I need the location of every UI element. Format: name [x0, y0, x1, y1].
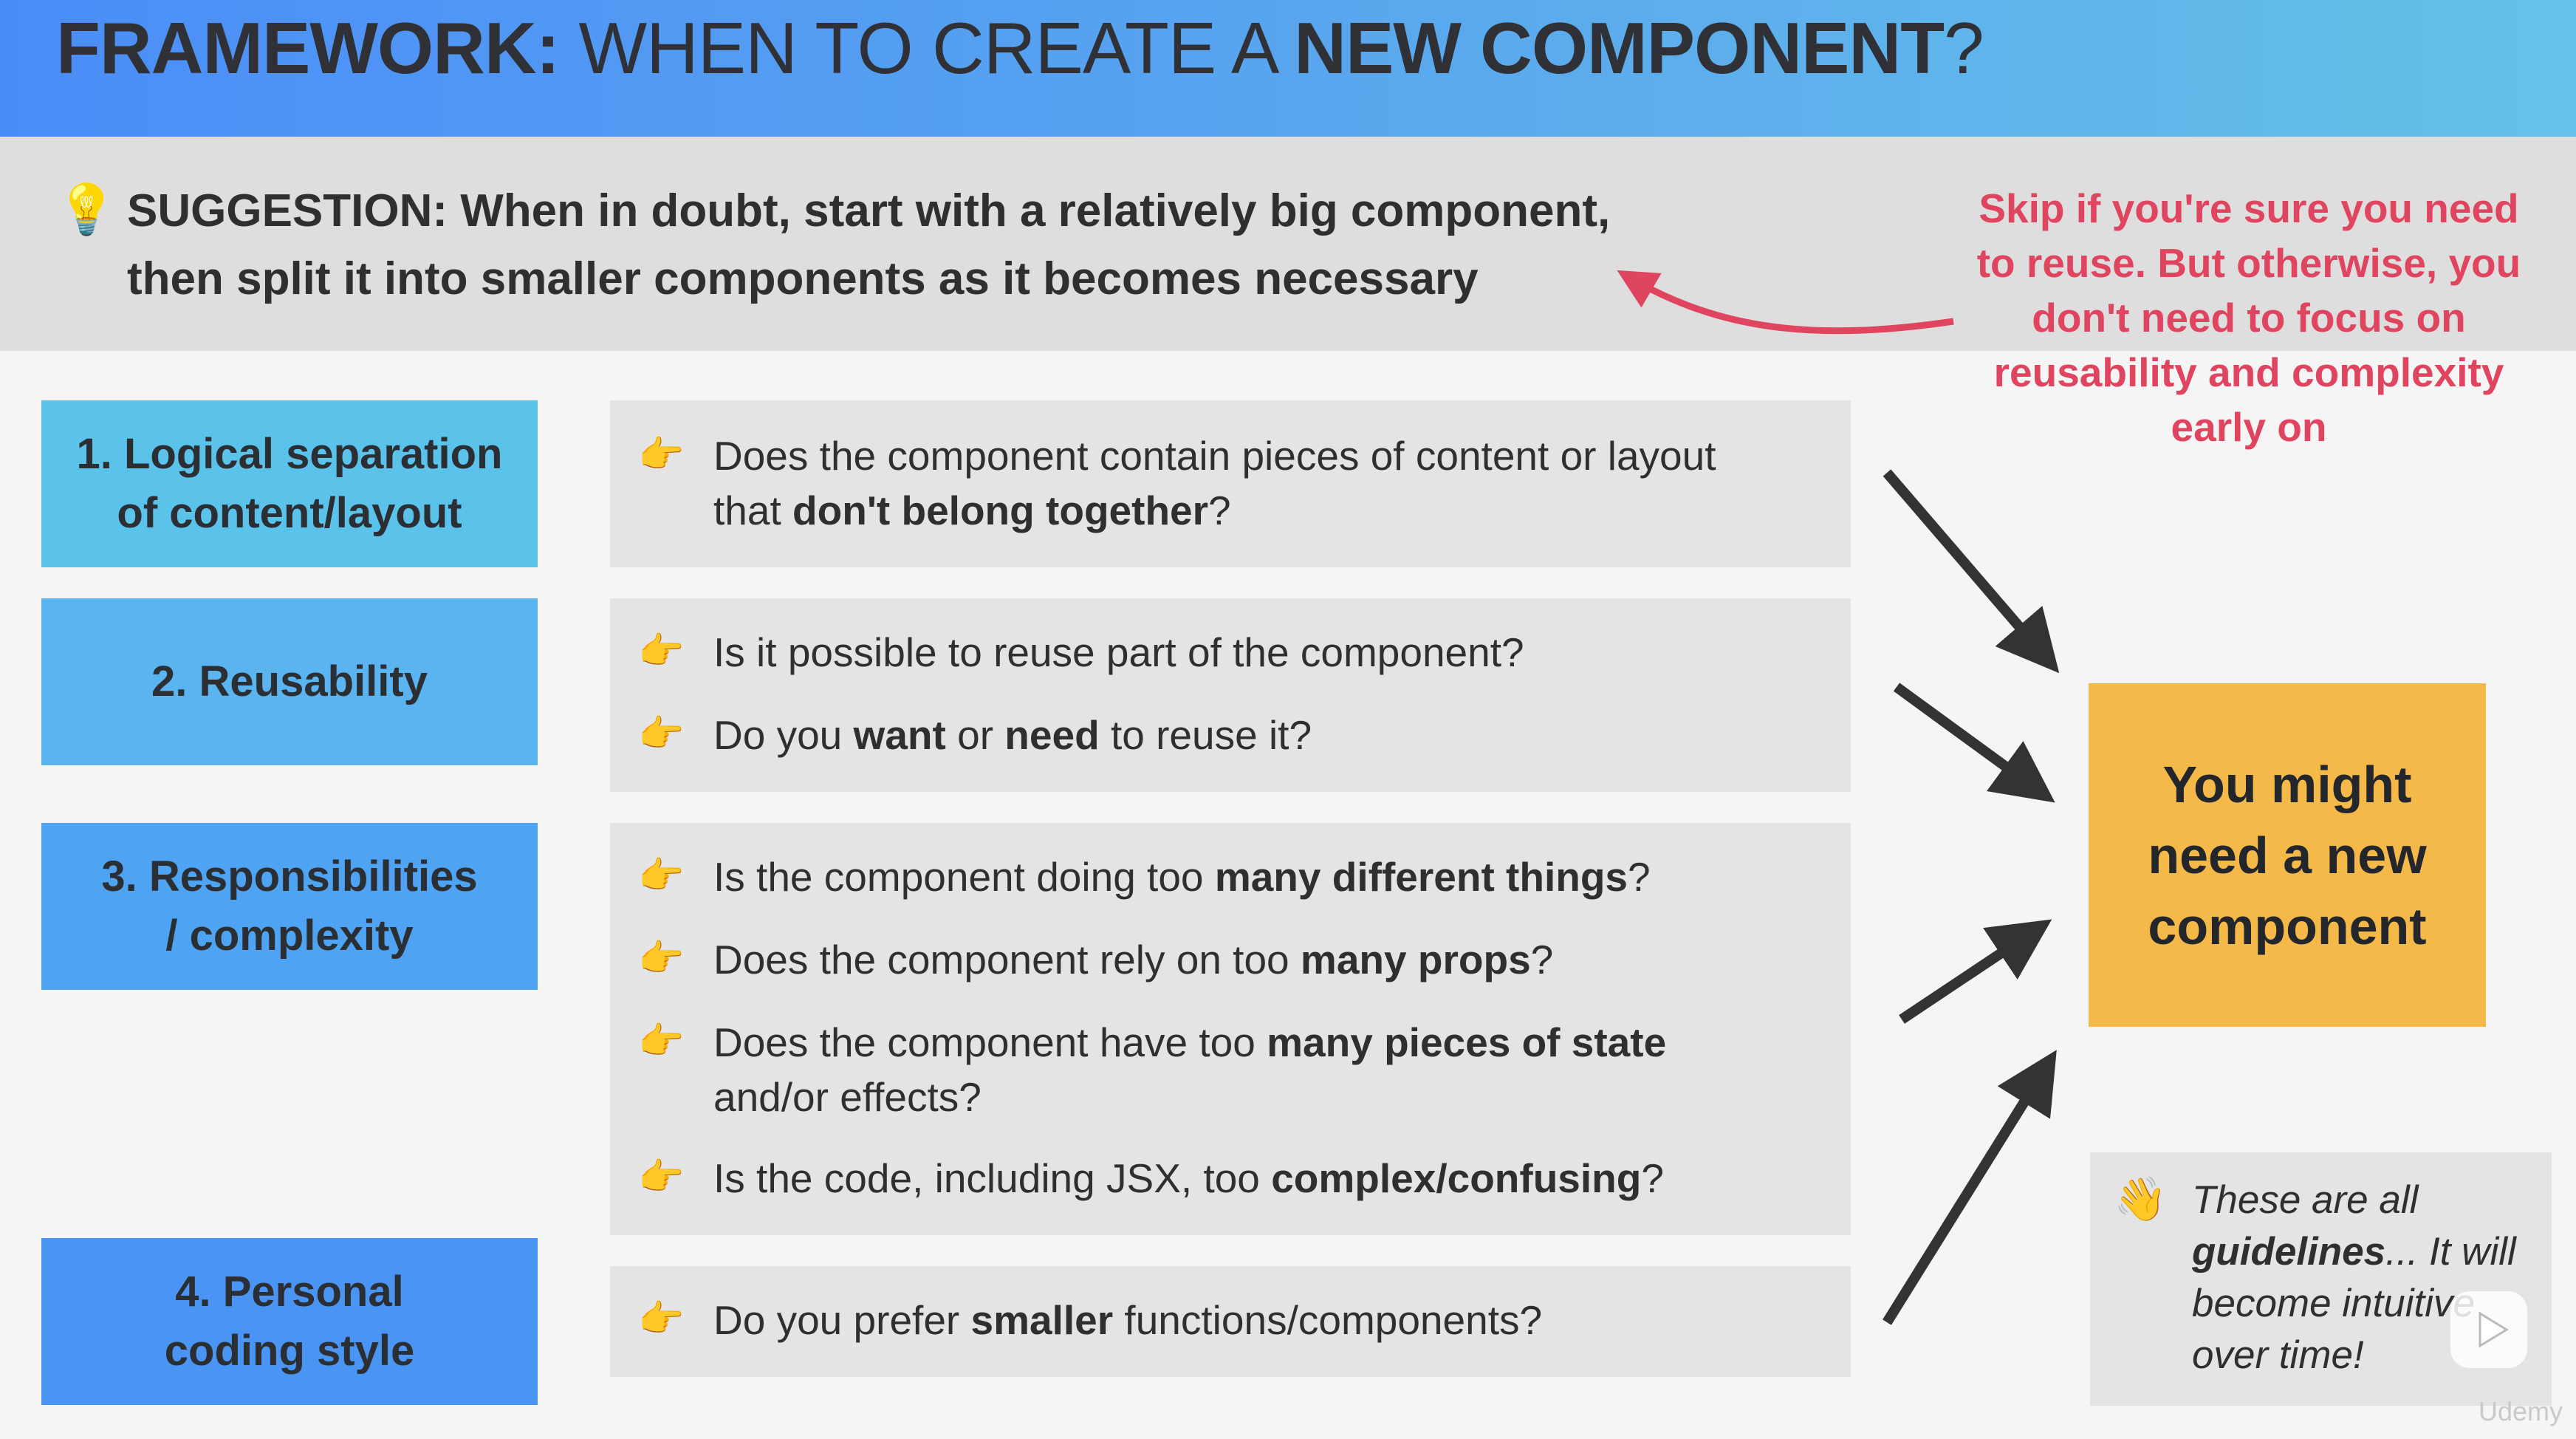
arrow-3: [1899, 919, 2052, 1024]
questions-box-1: 👉 Does the component contain pieces of c…: [610, 400, 1851, 567]
pointing-hand-icon: 👉: [638, 1156, 685, 1197]
questions-box-3: 👉 Is the component doing too many differ…: [610, 823, 1851, 1235]
pointing-hand-icon: 👉: [638, 1298, 685, 1339]
waving-hand-icon: 👋: [2114, 1175, 2168, 1223]
udemy-watermark: Udemy: [2479, 1396, 2563, 1426]
criterion-4: 4. Personal coding style: [41, 1238, 538, 1405]
play-button[interactable]: [2450, 1291, 2527, 1368]
criterion-1-line1: 1. Logical separation: [76, 430, 503, 478]
pointing-hand-icon: 👉: [638, 713, 685, 754]
question-3c: Does the component have too many pieces …: [713, 1019, 1667, 1120]
pointing-hand-icon: 👉: [638, 1020, 685, 1062]
question-2b: Do you want or need to reuse it?: [713, 712, 1312, 758]
question-3b: Does the component rely on too many prop…: [713, 937, 1554, 982]
arrow-1: [1883, 469, 2060, 674]
questions-box-2: 👉 Is it possible to reuse part of the co…: [610, 598, 1851, 792]
question-3a: Is the component doing too many differen…: [713, 854, 1651, 900]
question-1a: Does the component contain pieces of con…: [713, 433, 1716, 533]
result-line1: You might: [2162, 755, 2412, 813]
criterion-3-line2: / complexity: [165, 912, 414, 960]
pointing-hand-icon: 👉: [638, 434, 685, 475]
result-line3: component: [2148, 897, 2427, 955]
result-line2: need a new: [2148, 826, 2427, 884]
pointing-hand-icon: 👉: [638, 937, 685, 979]
note-arrow: [1617, 270, 1954, 335]
criterion-2: 2. Reusability: [41, 598, 538, 765]
question-2a: Is it possible to reuse part of the comp…: [713, 629, 1524, 675]
result-box: You might need a new component: [2089, 683, 2486, 1027]
question-3d: Is the code, including JSX, too complex/…: [713, 1155, 1664, 1201]
criterion-3-line1: 3. Responsibilities: [101, 852, 478, 900]
criterion-4-line2: coding style: [164, 1327, 415, 1375]
arrow-4: [1883, 1050, 2057, 1325]
criterion-2-line1: 2. Reusability: [151, 657, 428, 705]
pointing-hand-icon: 👉: [638, 855, 685, 896]
questions-box-4: 👉 Do you prefer smaller functions/compon…: [610, 1266, 1851, 1377]
play-icon: [2479, 1311, 2509, 1348]
criterion-1-line2: of content/layout: [117, 489, 462, 537]
arrow-2: [1893, 683, 2055, 803]
criterion-3: 3. Responsibilities / complexity: [41, 823, 538, 990]
criterion-1: 1. Logical separation of content/layout: [41, 400, 538, 567]
question-4a: Do you prefer smaller functions/componen…: [713, 1297, 1543, 1343]
pointing-hand-icon: 👉: [638, 630, 685, 671]
criterion-4-line1: 4. Personal: [175, 1268, 404, 1316]
